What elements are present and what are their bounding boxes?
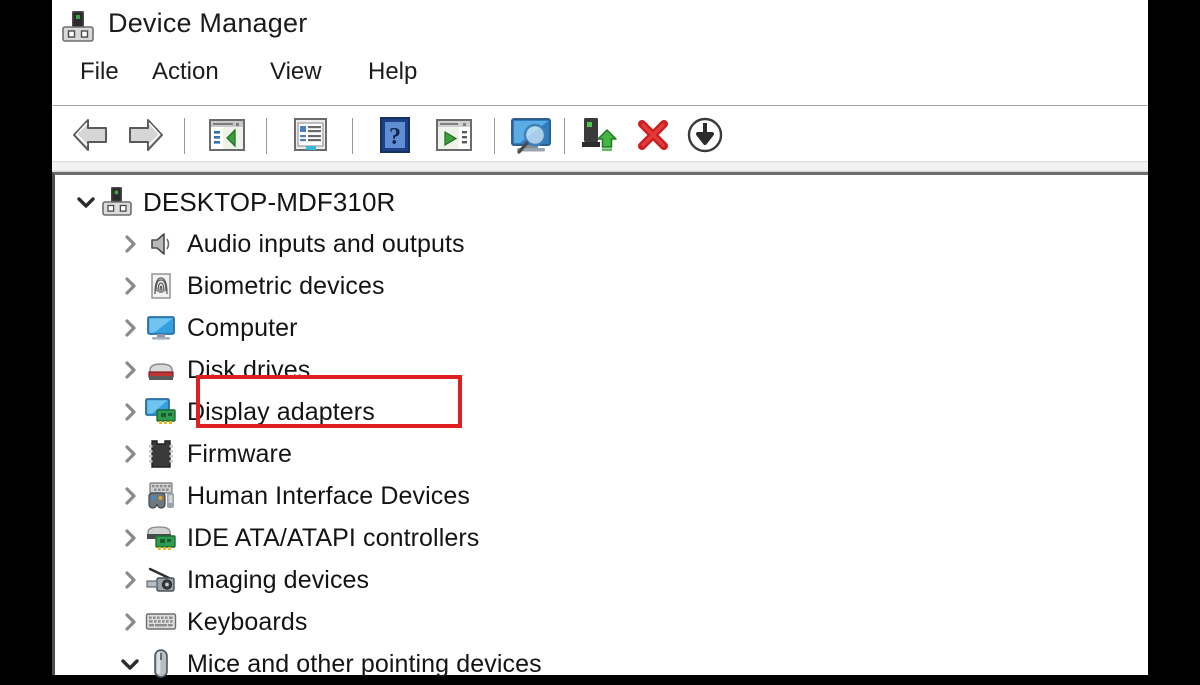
chevron-right-icon[interactable] xyxy=(117,612,143,632)
chevron-right-icon[interactable] xyxy=(117,486,143,506)
tree-row-audio-inputs-and-outputs[interactable]: Audio inputs and outputs xyxy=(117,223,465,265)
tree-item-label: Display adapters xyxy=(187,397,375,426)
toolbar-separator xyxy=(266,118,268,154)
tree-root-label: DESKTOP-MDF310R xyxy=(143,186,396,217)
svg-text:?: ? xyxy=(389,124,401,150)
speaker-icon xyxy=(143,230,179,258)
tree-row-keyboards[interactable]: Keyboards xyxy=(117,601,307,643)
device-tree[interactable]: DESKTOP-MDF310R Audio inputs and outputs xyxy=(52,172,1148,678)
device-manager-window: Device Manager File Action View Help ? D… xyxy=(52,0,1148,678)
tree-row-ide-ata-atapi-controllers[interactable]: IDE ATA/ATAPI controllers xyxy=(117,517,479,559)
tree-row-display-adapters[interactable]: Display adapters xyxy=(117,391,375,433)
camera-icon xyxy=(143,566,179,594)
toolbar-separator xyxy=(184,118,186,154)
window-title: Device Manager xyxy=(108,8,308,38)
chevron-right-icon[interactable] xyxy=(117,402,143,422)
chevron-down-icon[interactable] xyxy=(117,657,143,671)
toolbar-separator xyxy=(352,118,354,154)
help-icon[interactable]: ? xyxy=(372,114,416,156)
chevron-right-icon[interactable] xyxy=(117,570,143,590)
disk-drive-icon xyxy=(143,356,179,384)
scan-for-hardware-changes-icon[interactable] xyxy=(504,114,560,156)
menu-item-view[interactable]: View xyxy=(264,56,328,88)
chip-icon xyxy=(143,439,179,469)
chevron-right-icon[interactable] xyxy=(117,444,143,464)
title-bar: Device Manager xyxy=(52,0,1148,56)
chevron-right-icon[interactable] xyxy=(117,318,143,338)
tree-item-label: Imaging devices xyxy=(187,565,370,594)
uninstall-device-icon[interactable] xyxy=(630,114,678,156)
update-driver-icon[interactable] xyxy=(430,114,478,156)
tree-row-firmware[interactable]: Firmware xyxy=(117,433,292,475)
chevron-right-icon[interactable] xyxy=(117,234,143,254)
tree-item-label: Computer xyxy=(187,313,298,342)
tree-item-label: Human Interface Devices xyxy=(187,481,470,510)
device-manager-icon xyxy=(60,10,96,44)
show-hide-console-tree-icon[interactable] xyxy=(202,114,250,156)
computer-device-icon xyxy=(99,187,135,217)
tree-row-disk-drives[interactable]: Disk drives xyxy=(117,349,310,391)
tree-row-imaging-devices[interactable]: Imaging devices xyxy=(117,559,369,601)
tree-row-biometric-devices[interactable]: Biometric devices xyxy=(117,265,385,307)
tree-item-label: Biometric devices xyxy=(187,271,385,300)
tree-row-root[interactable]: DESKTOP-MDF310R xyxy=(73,181,395,223)
toolbar-separator xyxy=(564,118,566,154)
tree-item-label: Audio inputs and outputs xyxy=(187,229,465,258)
tree-item-label: Mice and other pointing devices xyxy=(187,649,542,678)
tree-item-label: Keyboards xyxy=(187,607,308,636)
properties-icon[interactable] xyxy=(286,114,334,156)
tree-row-human-interface-devices[interactable]: Human Interface Devices xyxy=(117,475,470,517)
keyboard-icon xyxy=(143,611,179,633)
toolbar: ? xyxy=(52,106,1148,177)
hid-icon xyxy=(143,482,179,510)
chevron-right-icon[interactable] xyxy=(117,528,143,548)
tree-row-mice-and-other-pointing-devices[interactable]: Mice and other pointing devices xyxy=(117,643,542,685)
monitor-icon xyxy=(143,314,179,342)
fingerprint-icon xyxy=(143,272,179,300)
tree-item-label: Disk drives xyxy=(187,355,311,384)
menu-bar: File Action View Help xyxy=(52,56,1148,108)
toolbar-separator xyxy=(494,118,496,154)
back-arrow-icon[interactable] xyxy=(66,114,114,156)
tree-item-label: IDE ATA/ATAPI controllers xyxy=(187,523,480,552)
ide-controller-icon xyxy=(143,523,179,553)
forward-arrow-icon[interactable] xyxy=(122,114,170,156)
chevron-down-icon[interactable] xyxy=(73,195,99,209)
screenshot-root: Device Manager File Action View Help ? D… xyxy=(0,0,1200,678)
chevron-right-icon[interactable] xyxy=(117,360,143,380)
menu-item-action[interactable]: Action xyxy=(146,56,225,88)
display-adapter-icon xyxy=(143,397,179,427)
tree-item-label: Firmware xyxy=(187,439,292,468)
enable-device-icon[interactable] xyxy=(576,114,624,156)
menu-item-file[interactable]: File xyxy=(74,56,125,88)
disable-device-icon[interactable] xyxy=(682,114,730,156)
chevron-right-icon[interactable] xyxy=(117,276,143,296)
tree-row-computer[interactable]: Computer xyxy=(117,307,298,349)
menu-item-help[interactable]: Help xyxy=(362,56,423,88)
